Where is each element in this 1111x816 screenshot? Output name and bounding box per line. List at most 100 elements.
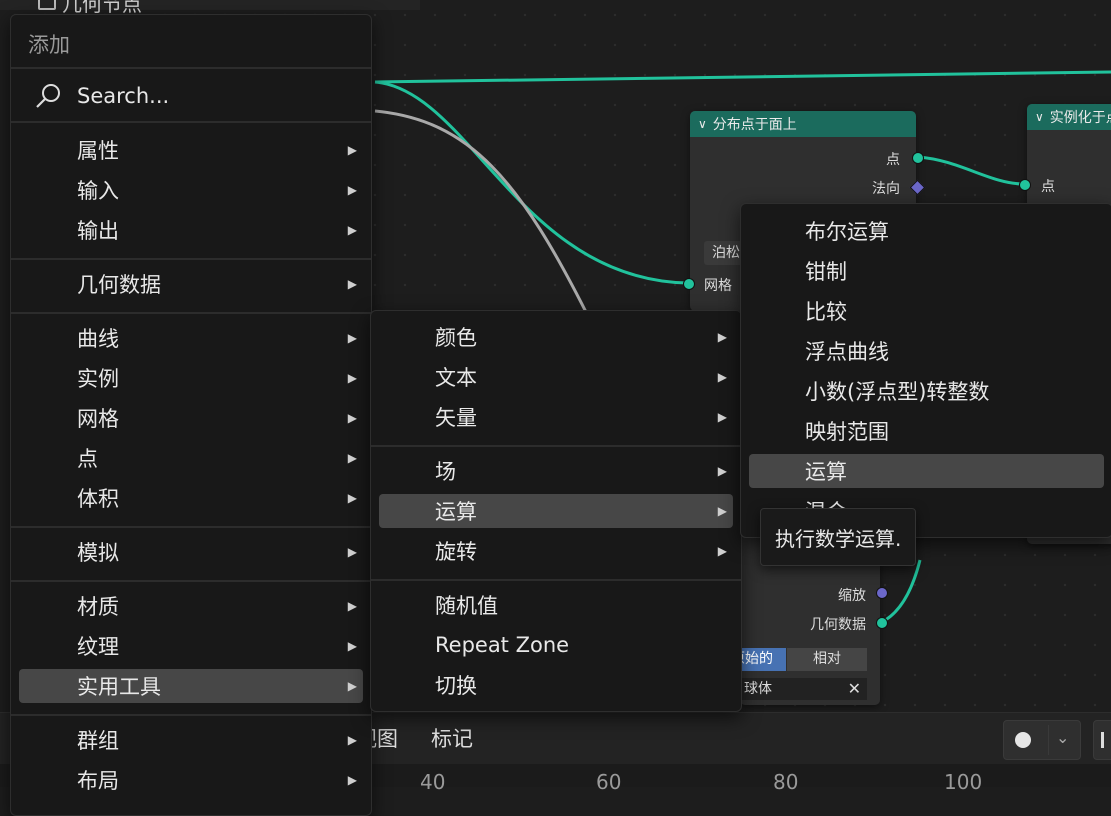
utilities-menu-item[interactable]: 场 ▶ (379, 454, 733, 488)
submenu-arrow-icon: ▶ (347, 331, 357, 345)
object-field-value: 球体 (744, 681, 772, 697)
utilities-menu-item[interactable]: 旋转 ▶ (379, 534, 733, 568)
add-menu-item[interactable]: 点 ▶ (19, 441, 363, 475)
menu-item-label: 模拟 (77, 541, 119, 565)
menu-item-label: 点 (77, 447, 98, 471)
menu-item-label: Repeat Zone (435, 633, 570, 657)
mode-toggle-relative[interactable]: 相对 (787, 648, 867, 671)
add-menu-item[interactable]: 群组 ▶ (19, 723, 363, 757)
socket-points-in[interactable] (1019, 179, 1031, 191)
utilities-menu-item[interactable]: 随机值 (379, 588, 733, 622)
menu-item-label: 纹理 (77, 635, 119, 659)
math-menu-item[interactable]: 小数(浮点型)转整数 (749, 374, 1104, 408)
math-submenu: 布尔运算钳制比较浮点曲线小数(浮点型)转整数映射范围运算混合 (740, 203, 1111, 538)
add-menu-item[interactable]: 模拟 ▶ (19, 535, 363, 569)
tooltip: 执行数学运算. (760, 508, 917, 566)
input-points-label: 点 (1041, 179, 1055, 195)
menu-item-label: 群组 (77, 729, 119, 753)
utilities-menu-item[interactable]: 矢量 ▶ (379, 400, 733, 434)
add-menu-item[interactable]: 几何数据 ▶ (19, 267, 363, 301)
output-normal-label: 法向 (872, 181, 900, 197)
separator (371, 579, 741, 581)
add-menu-item[interactable]: 网格 ▶ (19, 401, 363, 435)
menu-item-label: 随机值 (435, 594, 498, 618)
add-menu-item[interactable]: 输出 ▶ (19, 213, 363, 247)
submenu-arrow-icon: ▶ (347, 679, 357, 693)
menu-item-label: 运算 (805, 460, 847, 484)
menu-item-label: 文本 (435, 366, 477, 390)
math-menu-item[interactable]: 布尔运算 (749, 214, 1104, 248)
tick-label: 40 (420, 770, 446, 794)
separator (11, 312, 371, 314)
collapse-chevron-icon[interactable]: ∨ (1035, 110, 1044, 124)
submenu-arrow-icon: ▶ (717, 410, 727, 424)
add-menu-item[interactable]: 材质 ▶ (19, 589, 363, 623)
menu-item-label: 小数(浮点型)转整数 (805, 380, 990, 404)
menu-title: 添加 (28, 33, 70, 57)
geometry-label: 几何数据 (810, 617, 866, 633)
add-menu-item[interactable]: 输入 ▶ (19, 173, 363, 207)
submenu-arrow-icon: ▶ (347, 277, 357, 291)
tooltip-text: 执行数学运算. (775, 526, 902, 551)
menu-marker[interactable]: 标记 (431, 723, 473, 753)
separator (11, 67, 371, 69)
socket-scale-in[interactable] (876, 587, 888, 599)
utilities-menu-item[interactable]: 颜色 ▶ (379, 320, 733, 354)
menu-item-label: 材质 (77, 595, 119, 619)
search-placeholder: Search... (77, 84, 170, 108)
math-menu-item[interactable]: 映射范围 (749, 414, 1104, 448)
menu-item-label: 比较 (805, 300, 847, 324)
add-menu-item[interactable]: 实用工具 ▶ (19, 669, 363, 703)
collapse-chevron-icon[interactable]: ∨ (698, 117, 707, 131)
math-menu-item[interactable]: 比较 (749, 294, 1104, 328)
menu-item-label: 曲线 (77, 327, 119, 351)
object-field[interactable]: 球体 ✕ (740, 678, 867, 700)
submenu-arrow-icon: ▶ (717, 544, 727, 558)
add-menu-item[interactable]: 实例 ▶ (19, 361, 363, 395)
menu-item-label: 实用工具 (77, 675, 161, 699)
separator (11, 121, 371, 123)
utilities-menu-item[interactable]: 运算 ▶ (379, 494, 733, 528)
submenu-arrow-icon: ▶ (347, 451, 357, 465)
add-menu-item[interactable]: 布局 ▶ (19, 763, 363, 797)
mode-toggle-original[interactable]: 原始的 (740, 648, 786, 671)
search-field[interactable]: Search... (19, 79, 363, 113)
menu-item-label: 属性 (77, 139, 119, 163)
math-menu-item[interactable]: 运算 (749, 454, 1104, 488)
menu-item-label: 矢量 (435, 406, 477, 430)
node-header[interactable]: ∨ 分布点于面上 (690, 111, 916, 137)
submenu-arrow-icon: ▶ (347, 143, 357, 157)
add-menu-item[interactable]: 纹理 ▶ (19, 629, 363, 663)
add-menu-item[interactable]: 体积 ▶ (19, 481, 363, 515)
node-title: 实例化于点上 (1049, 110, 1111, 126)
submenu-arrow-icon: ▶ (347, 733, 357, 747)
menu-item-label: 输出 (77, 219, 119, 243)
record-dot-icon (1015, 732, 1031, 748)
math-menu-item[interactable]: 浮点曲线 (749, 334, 1104, 368)
menu-item-label: 颜色 (435, 326, 477, 350)
utilities-menu-item[interactable]: 文本 ▶ (379, 360, 733, 394)
socket-points-out[interactable] (912, 152, 924, 164)
input-mesh-label: 网格 (704, 278, 732, 294)
socket-geometry-out[interactable] (876, 617, 888, 629)
menu-item-label: 切换 (435, 674, 477, 698)
tick-label: 100 (944, 770, 983, 794)
link-geometry-top (374, 70, 1111, 84)
submenu-arrow-icon: ▶ (717, 464, 727, 478)
keying-dropdown[interactable]: ⌄ (1003, 720, 1081, 760)
link-grey (374, 109, 592, 321)
socket-mesh-in[interactable] (683, 278, 695, 290)
submenu-arrow-icon: ▶ (717, 330, 727, 344)
menu-item-label: 浮点曲线 (805, 340, 889, 364)
clear-icon[interactable]: ✕ (848, 678, 861, 700)
utilities-menu-item[interactable]: Repeat Zone (379, 628, 733, 662)
math-menu-item[interactable]: 钳制 (749, 254, 1104, 288)
add-menu-item[interactable]: 属性 ▶ (19, 133, 363, 167)
menu-item-label: 几何数据 (77, 273, 161, 297)
jump-start-icon (1101, 732, 1104, 748)
node-header[interactable]: ∨ 实例化于点上 (1027, 104, 1111, 130)
add-menu-item[interactable]: 曲线 ▶ (19, 321, 363, 355)
jump-start-button[interactable] (1093, 720, 1111, 760)
menu-item-label: 钳制 (805, 260, 847, 284)
utilities-menu-item[interactable]: 切换 (379, 668, 733, 702)
